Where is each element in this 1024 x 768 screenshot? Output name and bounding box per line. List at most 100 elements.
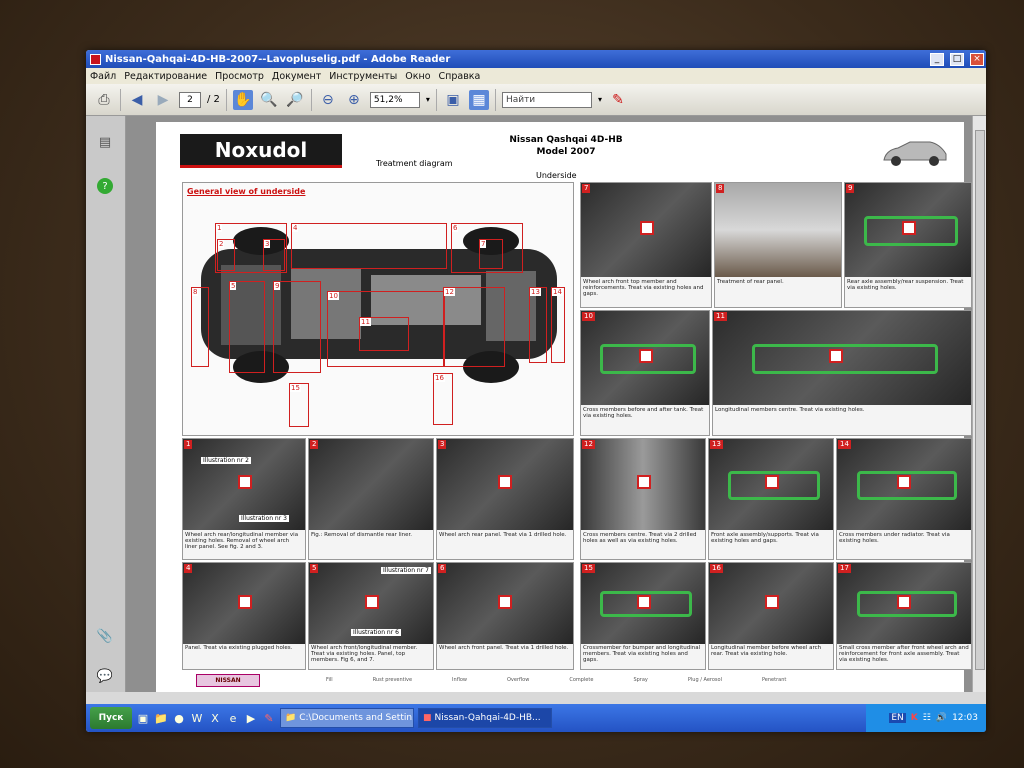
clock[interactable]: 12:03	[952, 713, 978, 723]
detail-tile-1: 1 Illustration nr 2 Illustration nr 3 Wh…	[182, 438, 306, 560]
tile-photo	[709, 439, 833, 531]
taskbar-reader-window[interactable]: ■ Nissan-Qahqai-4D-HB...	[418, 708, 552, 728]
detail-tile-13: 13 Front axle assembly/supports. Treat v…	[708, 438, 834, 560]
legend-item: Penetrant	[761, 677, 787, 683]
menu-tools[interactable]: Инструменты	[329, 71, 397, 82]
tile-photo	[309, 439, 433, 531]
acrobat-icon[interactable]: ✎	[262, 711, 276, 725]
underside-marker: 4	[291, 223, 447, 269]
help-icon[interactable]: ?	[97, 178, 113, 194]
detail-tile-14: 14 Cross members under radiator. Treat v…	[836, 438, 972, 560]
tile-caption: Wheel arch rear panel. Treat via 1 drill…	[439, 531, 567, 538]
folder-icon[interactable]: 📁	[154, 711, 168, 725]
underside-marker: 12	[443, 287, 505, 367]
excel-icon[interactable]: X	[208, 711, 222, 725]
search-input[interactable]: Найти	[501, 91, 592, 108]
underside-marker: 5	[229, 281, 265, 373]
underside-marker: 14	[551, 287, 565, 363]
fit-width-icon[interactable]: ▦	[468, 89, 489, 110]
scrollbar-thumb[interactable]	[975, 130, 985, 670]
detail-tile-12: 12 Cross members centre. Treat via 2 dri…	[580, 438, 706, 560]
illustration-label: Illustration nr 7	[381, 567, 431, 574]
legend-item: Complete	[569, 677, 594, 683]
comments-icon[interactable]: 💬	[97, 668, 113, 684]
toolbar-separator	[225, 88, 227, 111]
firefox-icon[interactable]: ●	[172, 711, 186, 725]
word-icon[interactable]: W	[190, 711, 204, 725]
folder-icon: 📁	[285, 713, 297, 723]
menu-view[interactable]: Просмотр	[215, 71, 264, 82]
menu-window[interactable]: Окно	[405, 71, 430, 82]
tile-caption: Cross members centre. Treat via 2 drille…	[583, 531, 697, 544]
detail-tile-3: 3 Wheel arch rear panel. Treat via 1 dri…	[436, 438, 574, 560]
tile-number: 4	[184, 564, 193, 573]
antivirus-icon[interactable]: K	[911, 713, 918, 723]
zoom-in-icon[interactable]: ⊕	[344, 90, 364, 110]
print-icon[interactable]: ⎙	[94, 90, 114, 110]
network-icon[interactable]: ☷	[923, 713, 931, 723]
search-dropdown-icon[interactable]: ▾	[598, 95, 602, 104]
menu-edit[interactable]: Редактирование	[124, 71, 207, 82]
vertical-scrollbar[interactable]	[972, 116, 986, 692]
general-view-heading: General view of underside	[187, 187, 306, 196]
detail-tile-11: 11 Longitudinal members centre. Treat vi…	[712, 310, 972, 436]
legend-item: Rust preventive	[372, 677, 413, 683]
title-bar: Nissan-Qahqai-4D-HB-2007--Lavopluselig.p…	[86, 50, 986, 68]
zoom-tool-icon[interactable]: 🔎	[285, 90, 305, 110]
tile-photo	[183, 563, 305, 644]
zoom-out-icon[interactable]: ⊖	[318, 90, 338, 110]
navigation-panel: ▤ ? 📎 💬	[86, 116, 126, 692]
marker-number: 8	[192, 288, 199, 296]
tile-photo	[715, 183, 841, 278]
tile-number: 16	[710, 564, 723, 573]
page-number-input[interactable]: 2	[179, 91, 201, 108]
tile-caption: Wheel arch front/longitudinal member. Tr…	[311, 644, 418, 663]
marker-number: 4	[292, 224, 299, 232]
tile-caption: Rear axle assembly/rear suspension. Trea…	[847, 278, 964, 291]
document-area: Noxudol Nissan Qashqai 4D-HB Model 2007 …	[126, 116, 972, 692]
marker-number: 3	[264, 240, 271, 248]
toolbar: ⎙ ◀ ▶ 2 / 2 ✋ 🔍 🔎 ⊖ ⊕ 51,2% ▾ ▣ ▦ Найти …	[86, 84, 986, 116]
marker-number: 11	[360, 318, 371, 326]
tile-number: 15	[582, 564, 595, 573]
fit-page-icon[interactable]: ▣	[443, 90, 463, 110]
zoom-level-field[interactable]: 51,2%	[369, 91, 420, 108]
tile-number: 11	[714, 312, 727, 321]
tile-number: 12	[582, 440, 595, 449]
start-button[interactable]: Пуск	[90, 707, 132, 729]
pdf-page: Noxudol Nissan Qashqai 4D-HB Model 2007 …	[156, 122, 972, 692]
close-button[interactable]: ×	[970, 52, 984, 66]
marker-number: 14	[552, 288, 563, 296]
illustration-label: Illustration nr 6	[351, 629, 401, 636]
car-thumbnail-image	[883, 141, 947, 166]
minimize-button[interactable]: _	[930, 52, 944, 66]
taskbar-explorer-window[interactable]: 📁 C:\Documents and Settin...	[280, 708, 414, 728]
zoom-dropdown-icon[interactable]: ▾	[426, 95, 430, 104]
hand-tool-icon[interactable]: ✋	[232, 89, 253, 110]
previous-page-icon[interactable]: ◀	[127, 90, 147, 110]
window-title: Nissan-Qahqai-4D-HB-2007--Lavopluselig.p…	[105, 53, 451, 65]
zoom-in-tool-icon[interactable]: 🔍	[259, 90, 279, 110]
marker-number: 13	[530, 288, 541, 296]
menu-help[interactable]: Справка	[439, 71, 481, 82]
pages-icon[interactable]: ▤	[97, 134, 113, 150]
detail-tile-8: 8 Treatment of rear panel.	[714, 182, 842, 308]
menu-file[interactable]: Файл	[90, 71, 116, 82]
legend-item: Inflow	[452, 677, 467, 683]
media-icon[interactable]: ▶	[244, 711, 258, 725]
attachments-icon[interactable]: 📎	[97, 628, 113, 644]
next-page-icon[interactable]: ▶	[153, 90, 173, 110]
desktop-icon[interactable]: ▣	[136, 711, 150, 725]
tile-number: 2	[310, 440, 319, 449]
underside-marker: 15	[289, 383, 309, 427]
language-icon[interactable]: EN	[889, 713, 906, 723]
detail-tile-5: 5 Illustration nr 7 Illustration nr 6 Wh…	[308, 562, 434, 670]
volume-icon[interactable]: 🔊	[936, 713, 947, 723]
ie-icon[interactable]: e	[226, 711, 240, 725]
underside-marker: 2	[217, 239, 235, 271]
menu-document[interactable]: Документ	[272, 71, 321, 82]
task-label: C:\Documents and Settin...	[299, 713, 414, 723]
menu-bar: Файл Редактирование Просмотр Документ Ин…	[86, 68, 986, 84]
adobe-pdf-icon[interactable]: ✎	[608, 90, 628, 110]
maximize-button[interactable]: □	[950, 52, 964, 66]
